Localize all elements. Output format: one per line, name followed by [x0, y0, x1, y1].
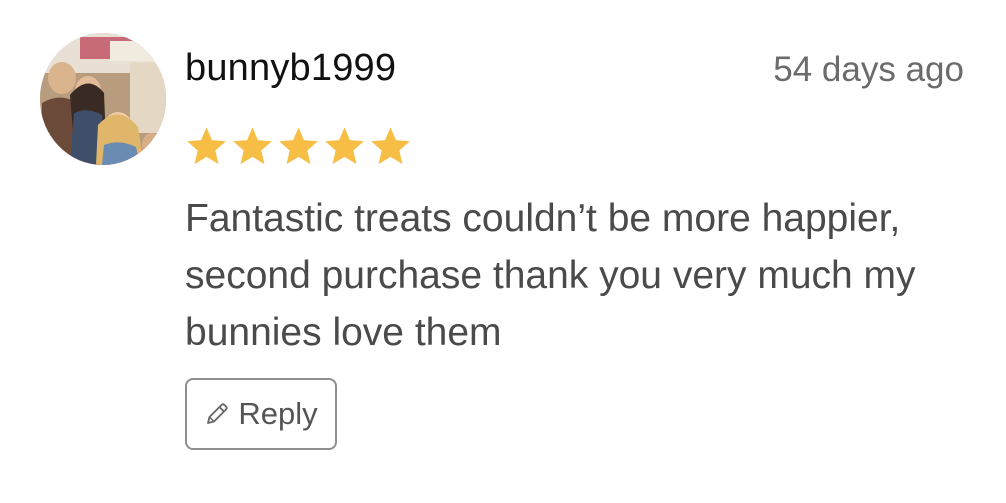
star-icon — [187, 127, 226, 165]
avatar — [40, 33, 166, 165]
review-card: bunnyb1999 54 days ago Fantastic treats … — [0, 0, 1006, 503]
username: bunnyb1999 — [185, 47, 397, 89]
star-icon — [371, 127, 410, 165]
pencil-icon — [207, 403, 229, 424]
review-text: Fantastic treats couldn’t be more happie… — [185, 197, 916, 354]
reply-button[interactable]: Reply — [185, 378, 337, 450]
reply-button-label: Reply — [238, 396, 318, 431]
review-timestamp: 54 days ago — [773, 50, 964, 89]
user-photo-avatar-icon — [40, 33, 166, 165]
star-icon — [233, 127, 272, 165]
star-icon — [279, 127, 318, 165]
star-rating — [184, 124, 413, 170]
star-icon — [325, 127, 364, 165]
